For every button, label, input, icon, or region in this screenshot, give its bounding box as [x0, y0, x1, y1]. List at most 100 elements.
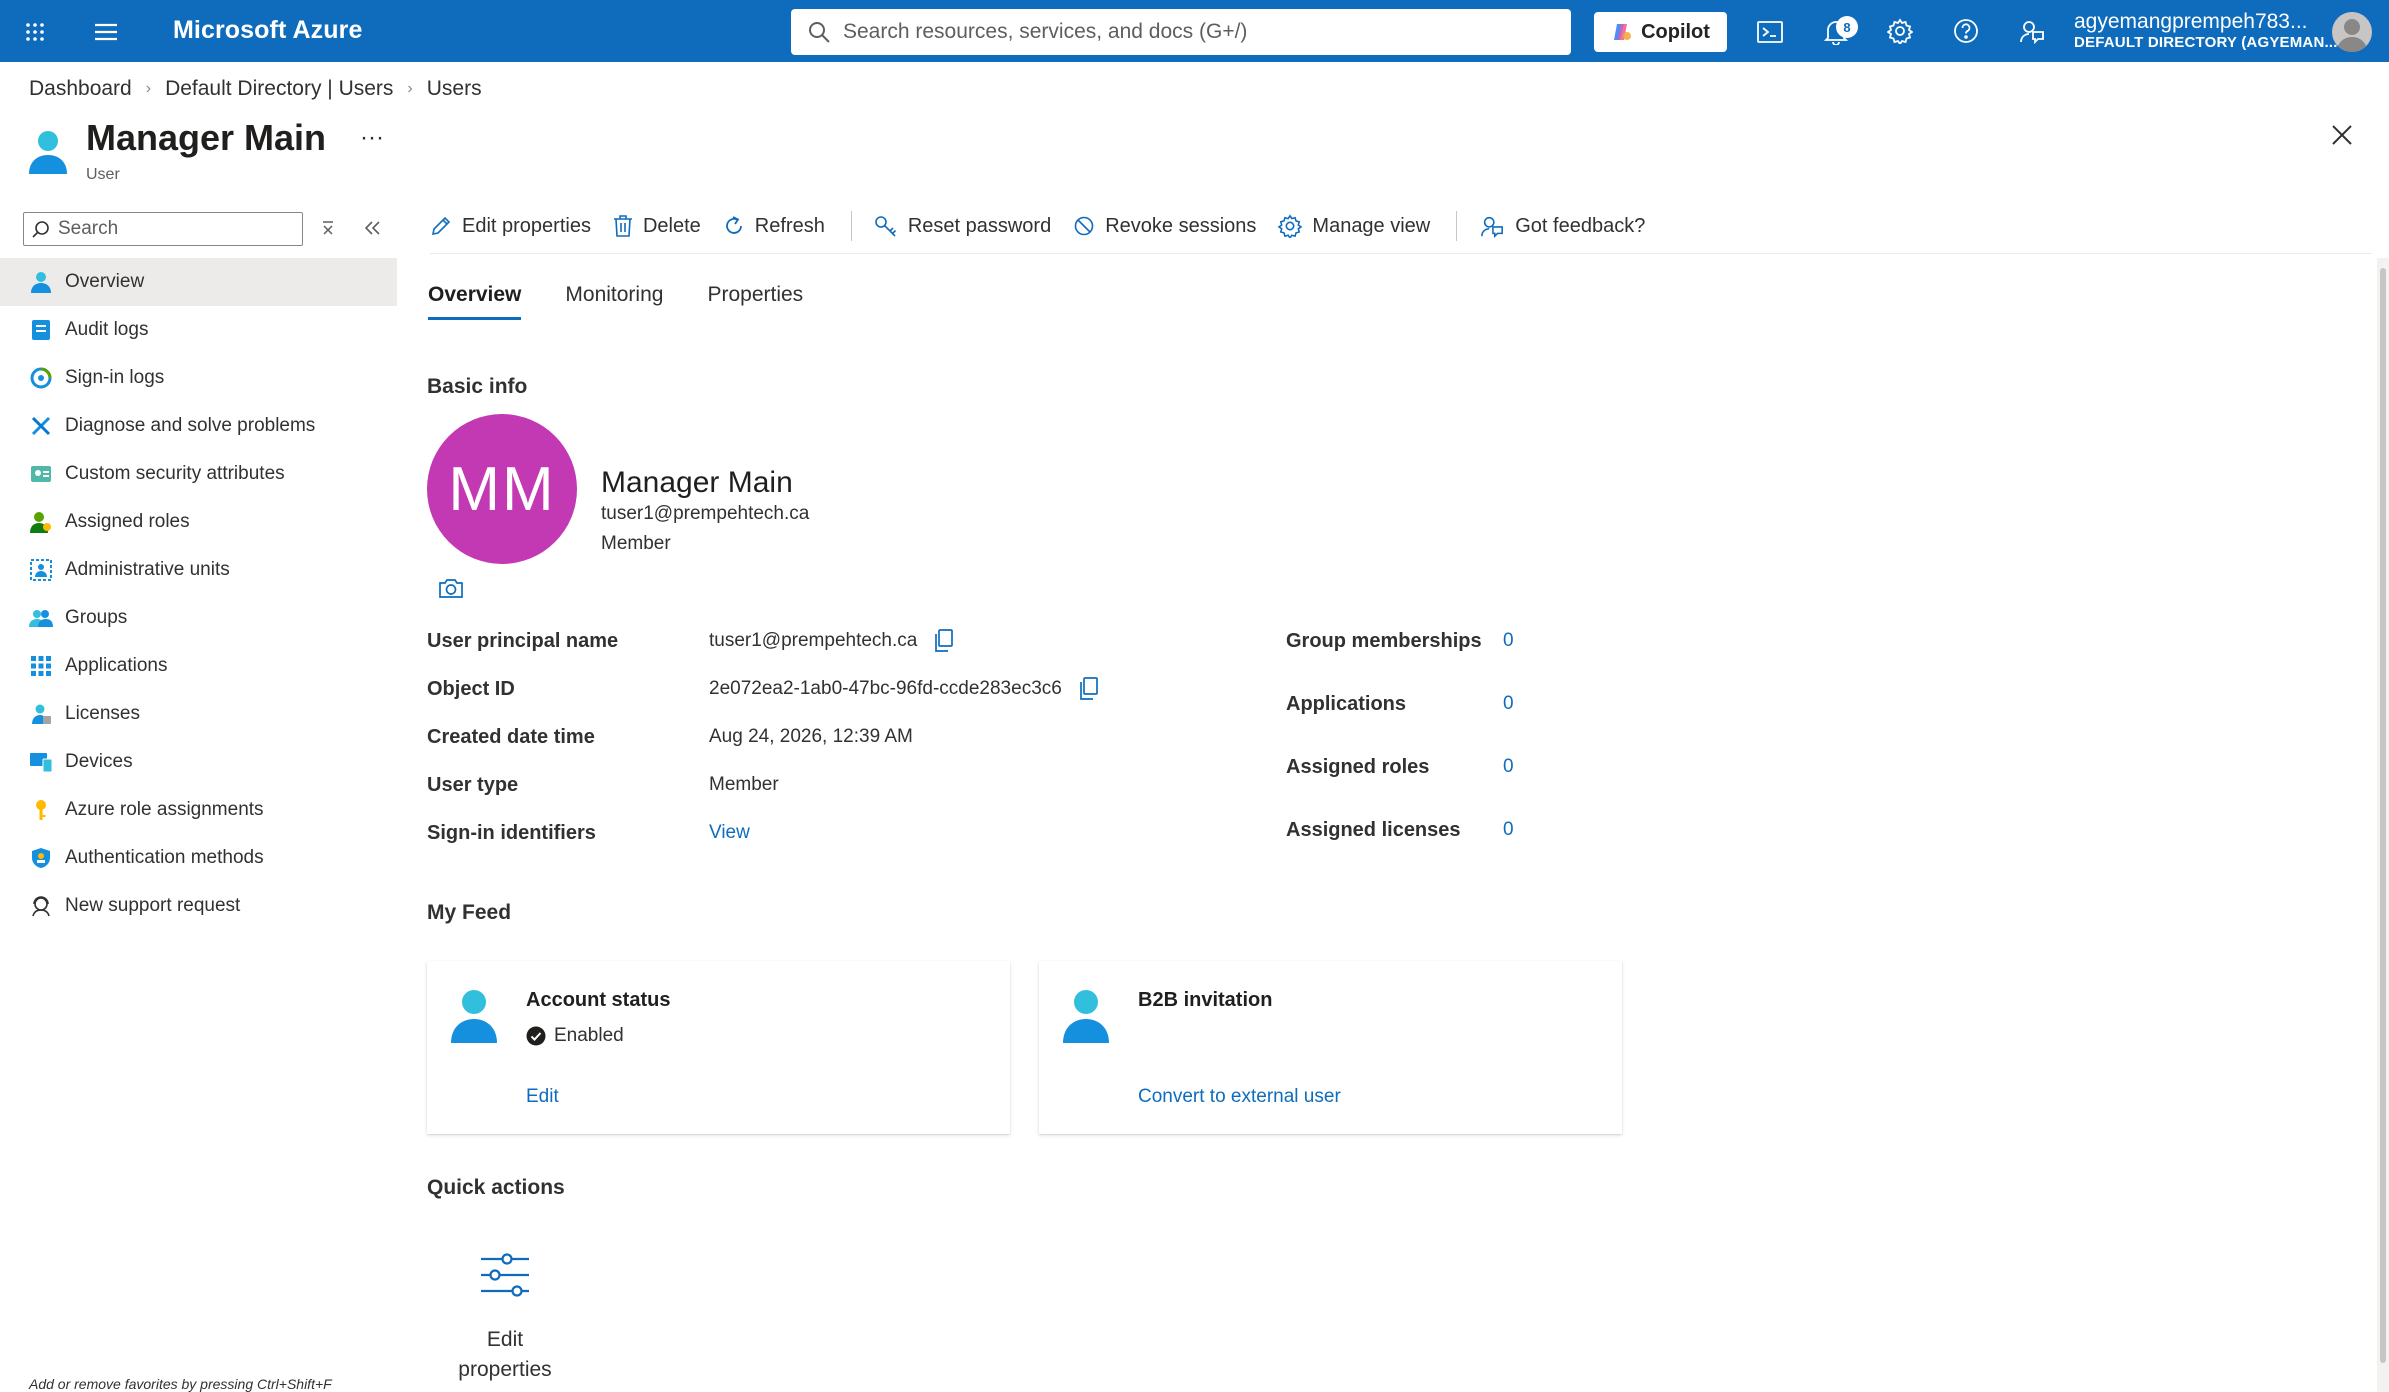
copy-icon[interactable]	[933, 629, 954, 653]
security-attribute-icon	[29, 462, 53, 486]
more-options-button[interactable]: ···	[360, 124, 384, 152]
sidebar-item-authentication-methods[interactable]: Authentication methods	[0, 834, 397, 882]
sidebar-nav: Overview Audit logs Sign-in logs Diagnos…	[0, 258, 397, 930]
key-icon	[874, 215, 898, 237]
reset-password-button[interactable]: Reset password	[874, 215, 1051, 238]
command-separator	[1456, 211, 1458, 241]
tab-bar: Overview Monitoring Properties	[428, 283, 803, 320]
close-icon[interactable]	[2331, 124, 2353, 146]
feedback-icon[interactable]	[2018, 17, 2046, 45]
audit-log-icon	[29, 318, 53, 342]
account-menu[interactable]: agyemangprempeh783... DEFAULT DIRECTORY …	[2074, 10, 2338, 51]
collapse-sidebar-icon[interactable]	[362, 218, 382, 238]
page-subtitle: User	[86, 166, 120, 183]
sidebar-item-label: Audit logs	[65, 319, 149, 340]
sidebar-item-groups[interactable]: Groups	[0, 594, 397, 642]
sidebar-item-sign-in-logs[interactable]: Sign-in logs	[0, 354, 397, 402]
assigned-roles-icon	[29, 510, 53, 534]
refresh-button[interactable]: Refresh	[723, 215, 825, 238]
upn-row: tuser1@prempehtech.ca	[709, 629, 954, 653]
sliders-icon[interactable]	[479, 1251, 531, 1299]
user-icon	[1061, 987, 1111, 1043]
favorites-hint: Add or remove favorites by pressing Ctrl…	[29, 1376, 332, 1392]
trash-icon	[613, 215, 633, 237]
user-type-value: Member	[709, 774, 779, 795]
tab-properties[interactable]: Properties	[707, 283, 803, 320]
delete-button[interactable]: Delete	[613, 215, 701, 238]
applications-count-link[interactable]: 0	[1503, 693, 1514, 715]
edit-properties-button[interactable]: Edit properties	[430, 215, 591, 238]
user-icon	[29, 270, 53, 294]
breadcrumb-users[interactable]: Users	[427, 77, 482, 101]
help-question-icon[interactable]	[1952, 17, 1980, 45]
sidebar-item-label: Assigned roles	[65, 511, 190, 532]
sidebar-item-label: Custom security attributes	[65, 463, 285, 484]
sidebar-item-assigned-roles[interactable]: Assigned roles	[0, 498, 397, 546]
account-directory: DEFAULT DIRECTORY (AGYEMAN...	[2074, 34, 2338, 52]
command-bar: Edit properties Delete Refresh Reset pas…	[430, 204, 1667, 248]
tab-monitoring[interactable]: Monitoring	[565, 283, 663, 320]
clear-filter-icon[interactable]	[318, 218, 338, 238]
refresh-icon	[723, 215, 745, 237]
copilot-label: Copilot	[1641, 20, 1710, 43]
sign-in-log-icon	[29, 366, 53, 390]
sidebar-item-administrative-units[interactable]: Administrative units	[0, 546, 397, 594]
sidebar-search-input[interactable]	[58, 218, 298, 240]
copilot-button[interactable]: Copilot	[1594, 12, 1727, 52]
sidebar-item-licenses[interactable]: Licenses	[0, 690, 397, 738]
sidebar-item-label: Applications	[65, 655, 168, 676]
sidebar-item-label: Sign-in logs	[65, 367, 165, 388]
sidebar-item-diagnose[interactable]: Diagnose and solve problems	[0, 402, 397, 450]
settings-gear-icon[interactable]	[1886, 17, 1914, 45]
sidebar-item-azure-role-assignments[interactable]: Azure role assignments	[0, 786, 397, 834]
assigned-licenses-label: Assigned licenses	[1286, 819, 1461, 841]
applications-label: Applications	[1286, 693, 1407, 715]
brand-title[interactable]: Microsoft Azure	[173, 16, 362, 45]
revoke-sessions-button[interactable]: Revoke sessions	[1073, 215, 1256, 238]
sign-in-identifiers-view-link[interactable]: View	[709, 822, 750, 844]
account-status-edit-link[interactable]: Edit	[526, 1086, 559, 1108]
breadcrumb-dashboard[interactable]: Dashboard	[29, 77, 132, 101]
user-icon	[26, 128, 70, 174]
apps-grid-icon	[29, 654, 53, 678]
b2b-invitation-title: B2B invitation	[1138, 989, 1273, 1011]
sidebar-search[interactable]	[23, 212, 303, 246]
sidebar-item-audit-logs[interactable]: Audit logs	[0, 306, 397, 354]
assigned-roles-count-link[interactable]: 0	[1503, 756, 1514, 778]
delete-label: Delete	[642, 214, 701, 237]
sidebar-item-overview[interactable]: Overview	[0, 258, 397, 306]
groups-icon	[29, 606, 53, 630]
app-launcher-icon[interactable]	[22, 19, 48, 45]
group-memberships-count-link[interactable]: 0	[1503, 630, 1514, 652]
account-status-title: Account status	[526, 989, 671, 1011]
sidebar-item-custom-security-attributes[interactable]: Custom security attributes	[0, 450, 397, 498]
scrollbar-thumb[interactable]	[2380, 268, 2386, 1363]
account-status-value: Enabled	[526, 1025, 624, 1047]
got-feedback-button[interactable]: Got feedback?	[1479, 214, 1645, 238]
cloud-shell-icon[interactable]	[1756, 18, 1784, 46]
created-value: Aug 24, 2026, 12:39 AM	[709, 726, 913, 747]
account-avatar[interactable]	[2332, 12, 2372, 52]
sidebar-item-devices[interactable]: Devices	[0, 738, 397, 786]
convert-to-external-user-link[interactable]: Convert to external user	[1138, 1086, 1341, 1108]
chevron-right-icon: ›	[407, 80, 413, 97]
block-icon	[1073, 215, 1095, 237]
camera-icon[interactable]	[438, 577, 464, 599]
copy-icon[interactable]	[1078, 677, 1098, 701]
quick-action-edit-properties[interactable]: Edit properties	[440, 1325, 570, 1386]
assigned-licenses-count-link[interactable]: 0	[1503, 819, 1514, 841]
shield-icon	[29, 846, 53, 870]
sidebar-item-label: Groups	[65, 607, 128, 628]
revoke-sessions-label: Revoke sessions	[1105, 214, 1257, 237]
sidebar-item-new-support-request[interactable]: New support request	[0, 882, 397, 930]
sidebar-item-applications[interactable]: Applications	[0, 642, 397, 690]
hamburger-menu-icon[interactable]	[92, 19, 120, 45]
sidebar-item-label: New support request	[65, 895, 241, 916]
sidebar-item-label: Diagnose and solve problems	[65, 415, 316, 436]
global-search[interactable]	[791, 9, 1571, 55]
global-search-input[interactable]	[843, 20, 1543, 44]
manage-view-button[interactable]: Manage view	[1278, 214, 1430, 238]
sidebar-item-label: Devices	[65, 751, 133, 772]
breadcrumb-directory-users[interactable]: Default Directory | Users	[165, 77, 393, 101]
tab-overview[interactable]: Overview	[428, 283, 522, 320]
